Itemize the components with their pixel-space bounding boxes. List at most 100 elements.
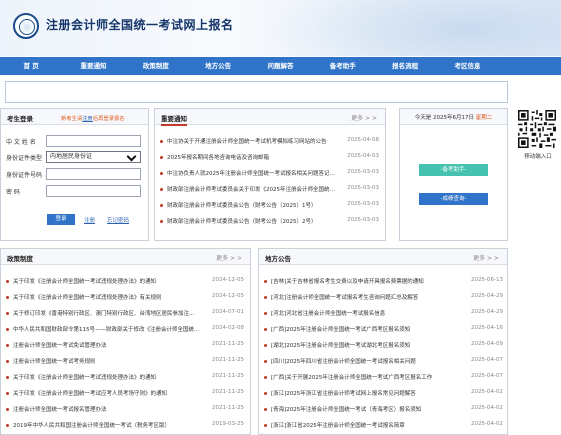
announcement-item[interactable]: [湖北]2025年注册会计师全国统一考试湖北考区报名须知 2025-04-09 — [264, 341, 503, 351]
announcement-item-date: 2025-04-09 — [471, 341, 503, 347]
notice-item-title[interactable]: 中注协关于开通注册会计师全国统一考试机考模拟练习网站的公告 — [167, 137, 339, 147]
announcement-item-title[interactable]: [河北]河北省注册会计师全国统一考试报名信息 — [271, 309, 457, 319]
mobile-entry-label: 移动端入口 — [524, 154, 552, 160]
announcement-item[interactable]: [吉林]关于吉林省报名考生交费以及申请开具报名费票据的通知 2025-06-13 — [264, 277, 503, 287]
announcement-item[interactable]: [河北]注册会计师全国统一考试报名考生咨询问题汇总及解答 2025-04-29 — [264, 293, 503, 303]
nav-local-announcements[interactable]: 地方公告 — [187, 57, 249, 75]
policy-item-title[interactable]: 注册会计师全国统一考试报名管理办法 — [13, 405, 200, 415]
bullet-icon — [264, 392, 267, 395]
announcement-item-title[interactable]: [青海]2025年注册会计师全国统一考试（青海考区）报名须知 — [271, 405, 457, 415]
cicpa-logo — [13, 13, 39, 39]
register-hint-link[interactable]: 注册 — [82, 116, 93, 122]
local-announcements-header: 地方公告 更多 > > — [259, 249, 507, 265]
policy-item-title[interactable]: 关于印发《注册会计师全国统一考试违规处理办法》的通知 — [13, 277, 200, 287]
policy-item[interactable]: 关于印发《注册会计师全国统一考试违规处理办法》有关规则 2024-12-05 — [6, 293, 244, 303]
announcement-item[interactable]: [四川]2025年四川省注册会计师全国统一考试报名相关问题 2025-04-07 — [264, 357, 503, 367]
bullet-icon — [264, 344, 267, 347]
policy-item-title[interactable]: 关于印发《注册会计师全国统一考试违规处理办法》有关规则 — [13, 293, 200, 303]
announcement-item-title[interactable]: [湖北]2025年注册会计师全国统一考试湖北考区报名须知 — [271, 341, 457, 351]
id-number-row: 身份证件号码 — [6, 168, 141, 180]
policy-item[interactable]: 关于印发《注册会计师全国统一考试应考人员考场守则》的通知 2021-11-25 — [6, 389, 244, 399]
announcement-item[interactable]: [广西]关于开展2025年注册会计师全国统一考试广西考区报名工作 2025-04-… — [264, 373, 503, 383]
bullet-icon — [264, 280, 267, 283]
name-input[interactable] — [46, 135, 141, 147]
notice-item-date: 2025-04-08 — [347, 137, 379, 143]
policy-item-title[interactable]: 2019年中华人民共和国注册会计师全国统一考试（税务考区版） — [13, 421, 200, 431]
id-type-row: 身份证件类型 内地居民身份证 — [6, 151, 141, 163]
forgot-password-link[interactable]: 忘记密码 — [107, 216, 129, 224]
notice-item[interactable]: 财政部注册会计师考试委员会公告（财考公告〔2025〕1号） 2025-03-03 — [160, 201, 379, 211]
announcement-item-title[interactable]: [吉林]关于吉林省报名考生交费以及申请开具报名费票据的通知 — [271, 277, 457, 287]
announcement-item[interactable]: [浙江]2025年浙江省注册会计师考试网上报名常见问题解答 2025-04-02 — [264, 389, 503, 399]
policy-item[interactable]: 关于印发《注册会计师全国统一考试违规处理办法》的通知 2021-11-25 — [6, 373, 244, 383]
bullet-icon — [160, 156, 163, 159]
nav-exam-helper[interactable]: 备考助手 — [312, 57, 374, 75]
bullet-icon — [264, 312, 267, 315]
id-type-value: 内地居民身份证 — [50, 153, 93, 160]
policy-item-title[interactable]: 注册会计师全国统一考试考务规则 — [13, 357, 200, 367]
notice-item-date: 2025-03-03 — [347, 185, 379, 191]
announcement-item-title[interactable]: [广西]2025年注册会计师全国统一考试广西考区报名须知 — [271, 325, 457, 335]
name-label: 中 文 姓 名 — [6, 138, 36, 146]
id-number-input[interactable] — [46, 168, 141, 180]
announcement-item[interactable]: [广西]2025年注册会计师全国统一考试广西考区报名须知 2025-04-16 — [264, 325, 503, 335]
qr-code-image[interactable] — [518, 110, 556, 148]
policy-item-title[interactable]: 关于修订印发《香港特别行政区、澳门特别行政区、台湾地区居民参加注册会计师全国统一… — [13, 309, 200, 319]
policy-item[interactable]: 2019年中华人民共和国注册会计师全国统一考试（税务考区版） 2019-03-25 — [6, 421, 244, 431]
announcement-item[interactable]: [青海]2025年注册会计师全国统一考试（青海考区）报名须知 2025-04-02 — [264, 405, 503, 415]
policy-item[interactable]: 中华人民共和国财政部令第115号——财政部关于修改《注册会计师全国统一考试办法》… — [6, 325, 244, 335]
policy-item-date: 2021-11-25 — [212, 341, 244, 347]
notice-item-title[interactable]: 财政部注册会计师考试委员会关于印发《2025年注册会计师全国统一考试报名简章》的… — [167, 185, 339, 195]
nav-exam-area-info[interactable]: 考区信息 — [436, 57, 498, 75]
policy-item-date: 2024-07-01 — [212, 309, 244, 315]
announcement-item[interactable]: [浙江]浙江省2025年注册会计师全国统一考试报名简章 2025-04-02 — [264, 421, 503, 431]
announcement-item-title[interactable]: [浙江]浙江省2025年注册会计师全国统一考试报名简章 — [271, 421, 457, 431]
policy-item-title[interactable]: 注册会计师全国统一考试免试管理办法 — [13, 341, 200, 351]
policy-item-title[interactable]: 关于印发《注册会计师全国统一考试应考人员考场守则》的通知 — [13, 389, 200, 399]
notices-more-link[interactable]: 更多 > > — [351, 113, 377, 122]
bullet-icon — [264, 376, 267, 379]
policy-more-link[interactable]: 更多 > > — [216, 253, 242, 262]
notice-item[interactable]: 2025年报名期间各地咨询电话及咨询邮箱 2025-04-03 — [160, 153, 379, 163]
bullet-icon — [6, 360, 9, 363]
policy-item-title[interactable]: 中华人民共和国财政部令第115号——财政部关于修改《注册会计师全国统一考试办法》… — [13, 325, 200, 335]
login-button[interactable]: 登录 — [47, 214, 75, 225]
notice-item-title[interactable]: 中注协负责人就2025年注册会计师全国统一考试报名相关问题答记者问 — [167, 169, 339, 179]
announcement-item[interactable]: [河北]河北省注册会计师全国统一考试报名信息 2025-04-29 — [264, 309, 503, 319]
exam-helper-button[interactable]: -备考助手- — [419, 164, 488, 176]
id-type-select[interactable]: 内地居民身份证 — [46, 151, 141, 163]
bullet-icon — [160, 204, 163, 207]
password-input[interactable] — [46, 185, 141, 197]
notice-item[interactable]: 中注协关于开通注册会计师全国统一考试机考模拟练习网站的公告 2025-04-08 — [160, 137, 379, 147]
notice-item[interactable]: 中注协负责人就2025年注册会计师全国统一考试报名相关问题答记者问 2025-03… — [160, 169, 379, 179]
policy-item[interactable]: 关于印发《注册会计师全国统一考试违规处理办法》的通知 2024-12-05 — [6, 277, 244, 287]
notice-item[interactable]: 财政部注册会计师考试委员会关于印发《2025年注册会计师全国统一考试报名简章》的… — [160, 185, 379, 195]
notice-strip — [5, 81, 508, 103]
notice-item-title[interactable]: 2025年报名期间各地咨询电话及咨询邮箱 — [167, 153, 339, 163]
policy-item[interactable]: 注册会计师全国统一考试免试管理办法 2021-11-25 — [6, 341, 244, 351]
bullet-icon — [264, 360, 267, 363]
nav-faq[interactable]: 问题解答 — [249, 57, 311, 75]
score-query-button[interactable]: -成绩查询- — [419, 193, 488, 205]
policy-item-title[interactable]: 关于印发《注册会计师全国统一考试违规处理办法》的通知 — [13, 373, 200, 383]
notice-item-title[interactable]: 财政部注册会计师考试委员会公告（财考公告〔2025〕2号） — [167, 217, 339, 227]
nav-notices[interactable]: 重要通知 — [62, 57, 124, 75]
policy-item[interactable]: 关于修订印发《香港特别行政区、澳门特别行政区、台湾地区居民参加注册会计师全国统一… — [6, 309, 244, 319]
bullet-icon — [160, 188, 163, 191]
announcement-item-title[interactable]: [四川]2025年四川省注册会计师全国统一考试报名相关问题 — [271, 357, 457, 367]
announcement-item-title[interactable]: [河北]注册会计师全国统一考试报名考生咨询问题汇总及解答 — [271, 293, 457, 303]
notice-item[interactable]: 财政部注册会计师考试委员会公告（财考公告〔2025〕2号） 2025-03-03 — [160, 217, 379, 227]
register-link[interactable]: 注册 — [84, 216, 95, 224]
nav-home[interactable]: 首 页 — [0, 57, 62, 75]
bullet-icon — [6, 280, 9, 283]
nav-registration-process[interactable]: 报名流程 — [374, 57, 436, 75]
policy-item[interactable]: 注册会计师全国统一考试考务规则 2021-11-25 — [6, 357, 244, 367]
nav-policy[interactable]: 政策制度 — [125, 57, 187, 75]
notice-item-title[interactable]: 财政部注册会计师考试委员会公告（财考公告〔2025〕1号） — [167, 201, 339, 211]
announcement-item-title[interactable]: [广西]关于开展2025年注册会计师全国统一考试广西考区报名工作 — [271, 373, 457, 383]
local-announcements-more-link[interactable]: 更多 > > — [473, 253, 499, 262]
policy-item[interactable]: 注册会计师全国统一考试报名管理办法 2021-11-25 — [6, 405, 244, 415]
announcement-item-title[interactable]: [浙江]2025年浙江省注册会计师考试网上报名常见问题解答 — [271, 389, 457, 399]
bullet-icon — [6, 296, 9, 299]
site-header: 注册会计师全国统一考试网上报名 — [0, 0, 561, 56]
